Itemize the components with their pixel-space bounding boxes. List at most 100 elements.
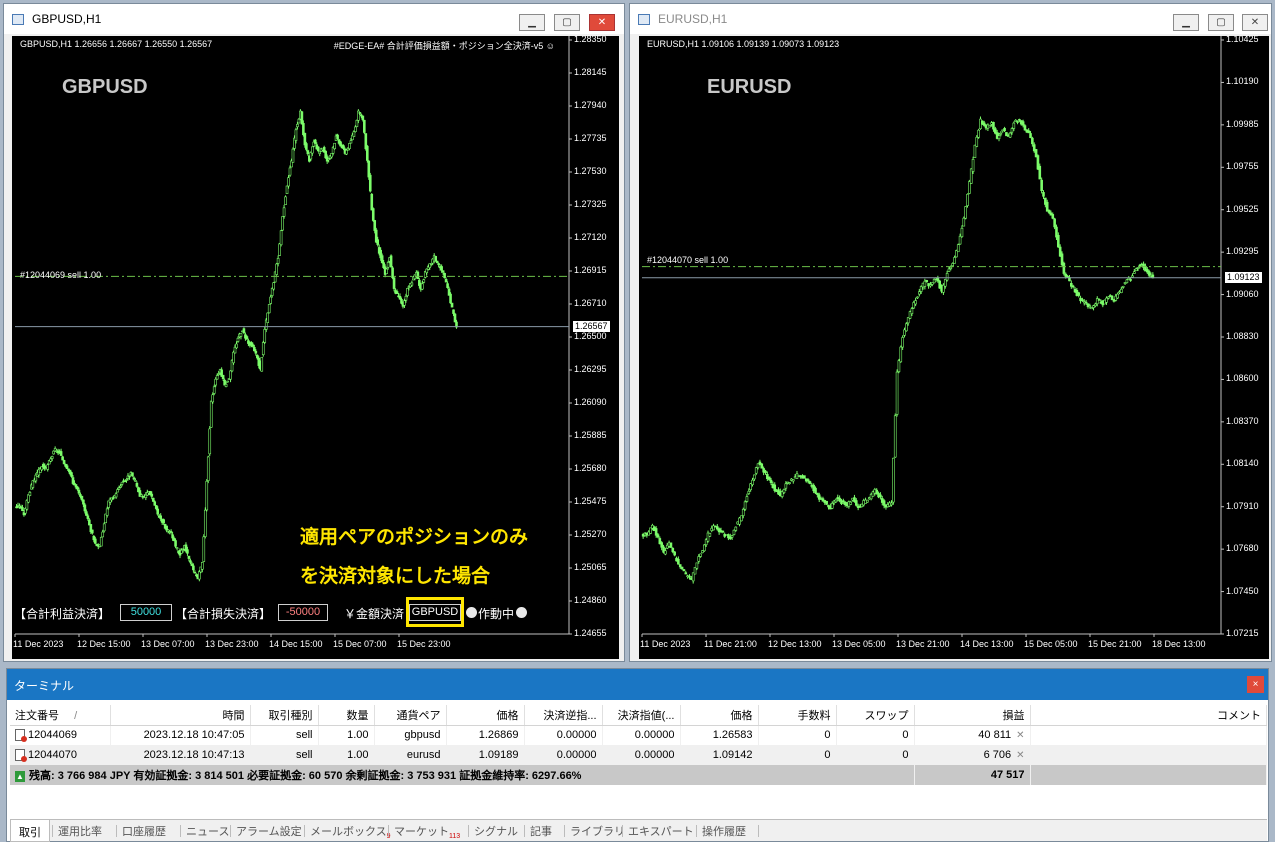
candle-body bbox=[654, 528, 658, 536]
profit-close-input[interactable]: 50000 bbox=[120, 604, 172, 621]
candle-body bbox=[1121, 285, 1125, 288]
terminal-title: ターミナル bbox=[14, 679, 75, 693]
loss-close-input[interactable]: -50000 bbox=[278, 604, 328, 621]
candle-body bbox=[1008, 132, 1012, 138]
title-bar[interactable]: GBPUSD,H1 ▁ ▢ ✕ bbox=[4, 4, 624, 34]
chart-window-eurusd[interactable]: EURUSD,H1 ▁ ▢ ✕ EURUSD,H1 1.09106 1.0913… bbox=[629, 3, 1272, 662]
candle-body bbox=[266, 312, 270, 323]
col-sl[interactable]: 決済逆指... bbox=[524, 705, 603, 726]
y-tick-label: 1.27940 bbox=[574, 100, 607, 110]
y-tick-label: 1.09060 bbox=[1226, 288, 1259, 299]
title-bar[interactable]: EURUSD,H1 ▁ ▢ ✕ bbox=[630, 4, 1271, 34]
candle-body bbox=[221, 374, 225, 379]
candle-body bbox=[166, 529, 170, 532]
candle-body bbox=[1127, 277, 1131, 280]
candle-body bbox=[656, 534, 660, 538]
table-row[interactable]: 12044069 2023.12.18 10:47:05 sell 1.00 gbp… bbox=[10, 725, 1267, 745]
tab-8[interactable]: 記事 bbox=[530, 823, 552, 839]
candle-body bbox=[901, 337, 904, 348]
candle-body bbox=[1071, 285, 1075, 288]
candle-body bbox=[422, 279, 426, 283]
table-row[interactable]: 12044070 2023.12.18 10:47:13 sell 1.00 eur… bbox=[10, 745, 1267, 765]
symbol-info: GBPUSD,H1 1.26656 1.26667 1.26550 1.2656… bbox=[20, 39, 213, 49]
candle-body bbox=[734, 526, 738, 531]
x-tick-label: 15 Dec 05:00 bbox=[1024, 639, 1078, 649]
candle-body bbox=[211, 394, 215, 403]
tab-6[interactable]: マーケット113 bbox=[394, 823, 460, 840]
candle-body bbox=[1040, 179, 1043, 191]
candle-body bbox=[352, 131, 356, 137]
minimize-button[interactable]: ▁ bbox=[519, 14, 545, 31]
candle-body bbox=[1094, 303, 1097, 307]
price-chart-gbpusd[interactable]: GBPUSD,H1 1.26656 1.26667 1.26550 1.2656… bbox=[12, 34, 619, 659]
candle-body bbox=[380, 255, 384, 263]
tab-11[interactable]: 操作履歴 bbox=[702, 823, 746, 839]
tab-2[interactable]: 口座履歴 bbox=[122, 823, 166, 839]
maximize-button[interactable]: ▢ bbox=[1208, 14, 1234, 31]
col-price[interactable]: 価格 bbox=[446, 705, 525, 726]
y-tick-label: 1.25065 bbox=[574, 562, 607, 572]
candle-body bbox=[46, 464, 50, 470]
price-chart-eurusd[interactable]: EURUSD,H1 1.09106 1.09139 1.09073 1.0912… bbox=[639, 34, 1269, 659]
candle-body bbox=[140, 494, 143, 497]
tab-3[interactable]: ニュース bbox=[186, 823, 229, 839]
candle-body bbox=[684, 572, 688, 575]
candle-body bbox=[973, 144, 977, 158]
chart-window-icon bbox=[638, 14, 650, 25]
tab-10[interactable]: エキスパート bbox=[628, 823, 694, 839]
tab-separator bbox=[230, 825, 231, 837]
col-current-price[interactable]: 価格 bbox=[680, 705, 759, 726]
candle-body bbox=[358, 112, 362, 114]
col-comment[interactable]: コメント bbox=[1030, 705, 1267, 726]
candle-body bbox=[201, 562, 204, 570]
col-time[interactable]: 時間 bbox=[110, 705, 251, 726]
candle-body bbox=[1107, 296, 1110, 299]
candle-body bbox=[215, 375, 219, 380]
candle-body bbox=[918, 291, 921, 295]
terminal-panel[interactable]: ターミナル × 注文番号 / 時間 取引種別 数量 通貨ペア 価格 決済逆指..… bbox=[6, 668, 1269, 842]
chart-window-gbpusd[interactable]: GBPUSD,H1 ▁ ▢ ✕ GBPUSD,H1 1.26656 1.2666… bbox=[3, 3, 625, 662]
col-symbol[interactable]: 通貨ペア bbox=[374, 705, 447, 726]
col-swap[interactable]: スワップ bbox=[836, 705, 915, 726]
close-button[interactable]: ✕ bbox=[589, 14, 615, 31]
candle-body bbox=[743, 501, 747, 510]
candle-body bbox=[406, 288, 409, 297]
candle-body bbox=[992, 121, 995, 130]
tab-7[interactable]: シグナル bbox=[474, 823, 518, 839]
col-order[interactable]: 注文番号 / bbox=[10, 705, 111, 726]
candle-body bbox=[437, 263, 440, 266]
candle-body bbox=[395, 291, 399, 295]
candle-body bbox=[773, 484, 777, 491]
col-type[interactable]: 取引種別 bbox=[250, 705, 319, 726]
y-tick-label: 1.10190 bbox=[1226, 76, 1259, 87]
col-tp[interactable]: 決済指値(... bbox=[602, 705, 681, 726]
col-commission[interactable]: 手数料 bbox=[758, 705, 837, 726]
candle-body bbox=[171, 534, 174, 539]
col-volume[interactable]: 数量 bbox=[318, 705, 375, 726]
close-button[interactable]: ✕ bbox=[1242, 14, 1268, 31]
close-position-icon[interactable]: ✕ bbox=[1016, 730, 1024, 741]
candle-body bbox=[890, 502, 893, 506]
candle-body bbox=[843, 501, 847, 505]
candle-body bbox=[174, 540, 177, 547]
close-position-icon[interactable]: ✕ bbox=[1016, 750, 1024, 761]
tab-4[interactable]: アラーム設定 bbox=[236, 823, 302, 839]
tab-5[interactable]: メールボックス9 bbox=[310, 823, 391, 840]
tab-9[interactable]: ライブラリ bbox=[570, 823, 625, 839]
candle-body bbox=[441, 270, 445, 273]
candle-body bbox=[680, 566, 684, 570]
candle-body bbox=[371, 208, 375, 221]
candle-body bbox=[1125, 279, 1129, 284]
tab-0[interactable]: 取引 bbox=[10, 820, 50, 842]
candle-body bbox=[899, 346, 903, 363]
terminal-close-button[interactable]: × bbox=[1247, 676, 1264, 693]
candle-body bbox=[453, 313, 457, 323]
candle-body bbox=[660, 542, 663, 548]
tab-1[interactable]: 運用比率 bbox=[58, 823, 102, 839]
minimize-button[interactable]: ▁ bbox=[1173, 14, 1199, 31]
candle-body bbox=[111, 497, 115, 500]
y-tick-label: 1.26090 bbox=[574, 397, 607, 407]
account-summary-row: ▲ 残高: 3 766 984 JPY 有効証拠金: 3 814 501 必要証拠… bbox=[10, 765, 1267, 785]
col-profit[interactable]: 損益 bbox=[914, 705, 1031, 726]
maximize-button[interactable]: ▢ bbox=[554, 14, 580, 31]
